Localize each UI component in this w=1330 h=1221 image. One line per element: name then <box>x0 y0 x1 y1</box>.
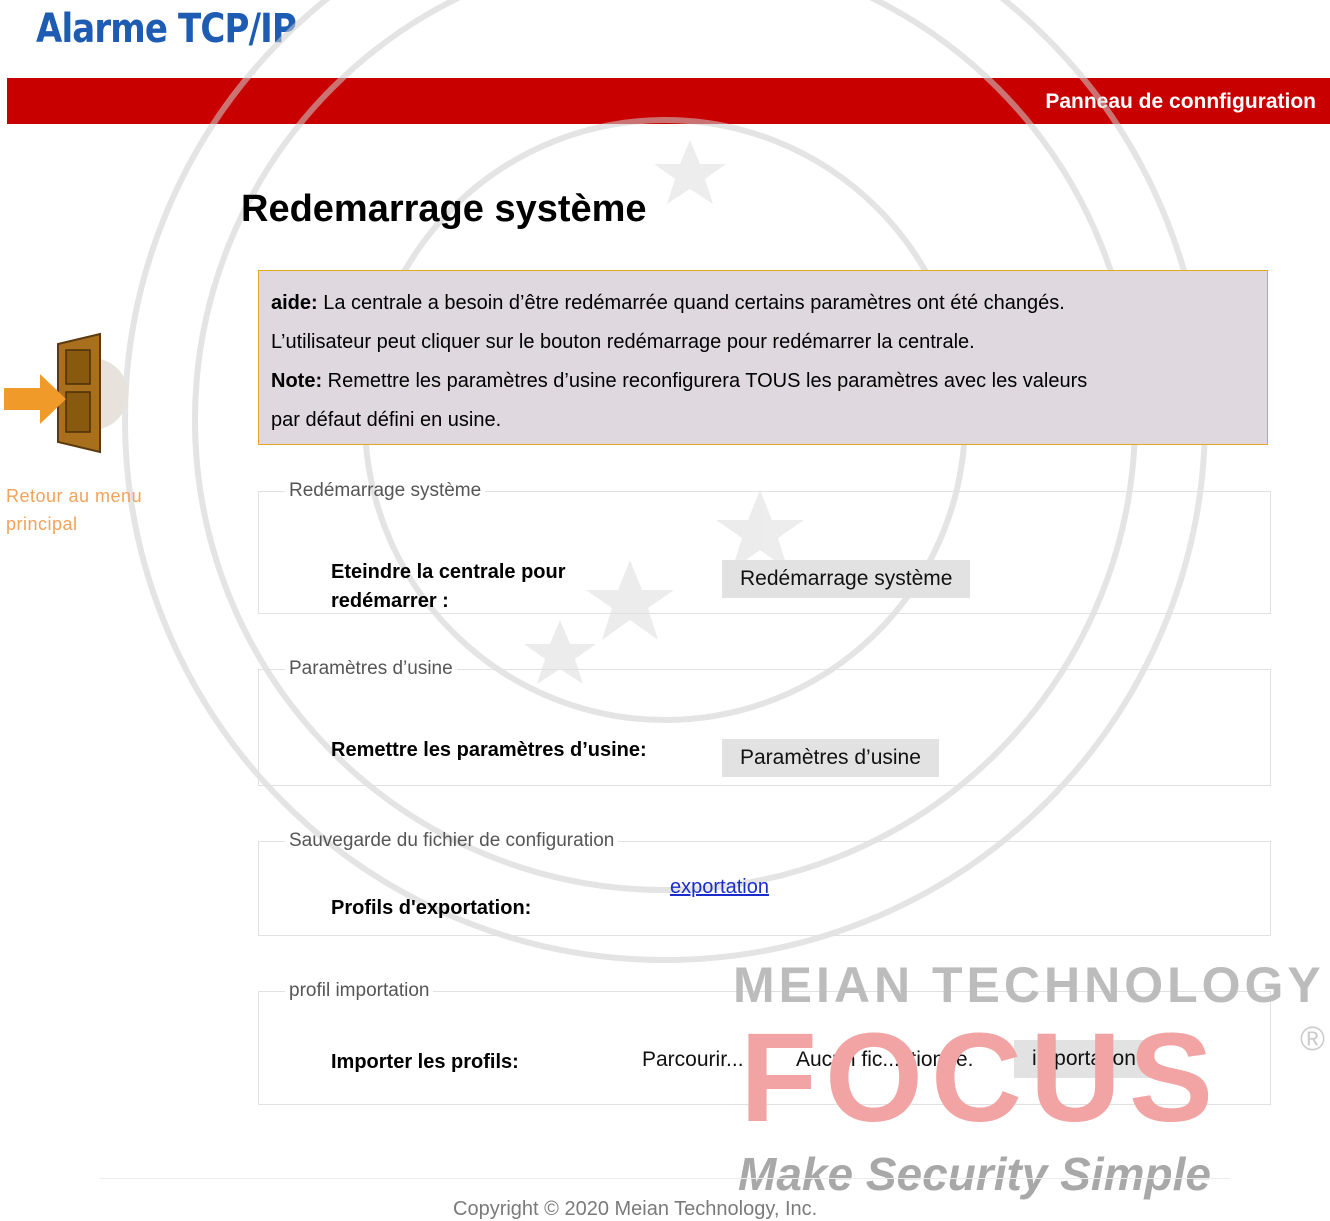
help-label: aide: <box>271 292 318 314</box>
export-link[interactable]: exportation <box>670 876 769 899</box>
help-text: La centrale a besoin d’être redémarrée q… <box>317 292 1065 314</box>
registered-mark: ® <box>1300 1020 1326 1058</box>
reboot-label-line-1: Eteindre la centrale pour <box>331 561 566 583</box>
import-section-legend: profil importation <box>289 980 430 1001</box>
factory-section-legend: Paramètres d’usine <box>289 658 453 679</box>
reboot-label-line-2: redémarrer : <box>331 590 449 612</box>
copyright: Copyright © 2020 Meian Technology, Inc. <box>453 1198 818 1220</box>
export-label: Profils d'exportation: <box>331 897 532 919</box>
reboot-section: Redémarrage système Eteindre la centrale… <box>258 480 1271 614</box>
control-panel-link[interactable]: Panneau de connfiguration <box>1045 90 1316 114</box>
note-label: Note: <box>271 370 323 392</box>
help-line-1: aide: La centrale a besoin d’être redéma… <box>271 284 1255 323</box>
reboot-button[interactable]: Redémarrage système <box>722 560 971 598</box>
brand-company-name: MEIAN TECHNOLOGY <box>733 957 1325 1013</box>
note-line: Note: Remettre les paramètres d’usine re… <box>271 362 1255 401</box>
page-title: Redemarrage système <box>241 188 647 230</box>
backup-section: Sauvegarde du fichier de configuration P… <box>258 830 1271 936</box>
reboot-section-legend: Redémarrage système <box>289 480 482 501</box>
door-exit-icon[interactable] <box>0 330 130 460</box>
backup-section-legend: Sauvegarde du fichier de configuration <box>289 830 615 851</box>
import-label: Importer les profils: <box>331 1051 519 1073</box>
brand-tagline: Make Security Simple <box>738 1148 1211 1200</box>
reboot-label: Eteindre la centrale pour redémarrer : <box>331 558 566 616</box>
brand-logo-text: FOCUS <box>740 1007 1221 1148</box>
factory-label: Remettre les paramètres d’usine: <box>331 739 647 761</box>
app-title: Alarme TCP/IP <box>36 6 297 52</box>
back-link-line-1: Retour au menu <box>6 486 143 506</box>
factory-reset-button[interactable]: Paramètres d’usine <box>722 739 939 777</box>
back-link-line-2: principal <box>6 514 78 534</box>
back-to-main-menu-link[interactable]: Retour au menu principal <box>6 482 176 538</box>
note-line-2: par défaut défini en usine. <box>271 409 502 431</box>
header-bar: Panneau de connfiguration <box>7 78 1330 124</box>
footer-divider <box>100 1178 1230 1179</box>
help-box: aide: La centrale a besoin d’être redéma… <box>258 270 1268 445</box>
factory-section: Paramètres d’usine Remettre les paramètr… <box>258 658 1271 786</box>
note-text: Remettre les paramètres d’usine reconfig… <box>322 370 1088 392</box>
help-line-2: L’utilisateur peut cliquer sur le bouton… <box>271 331 975 353</box>
